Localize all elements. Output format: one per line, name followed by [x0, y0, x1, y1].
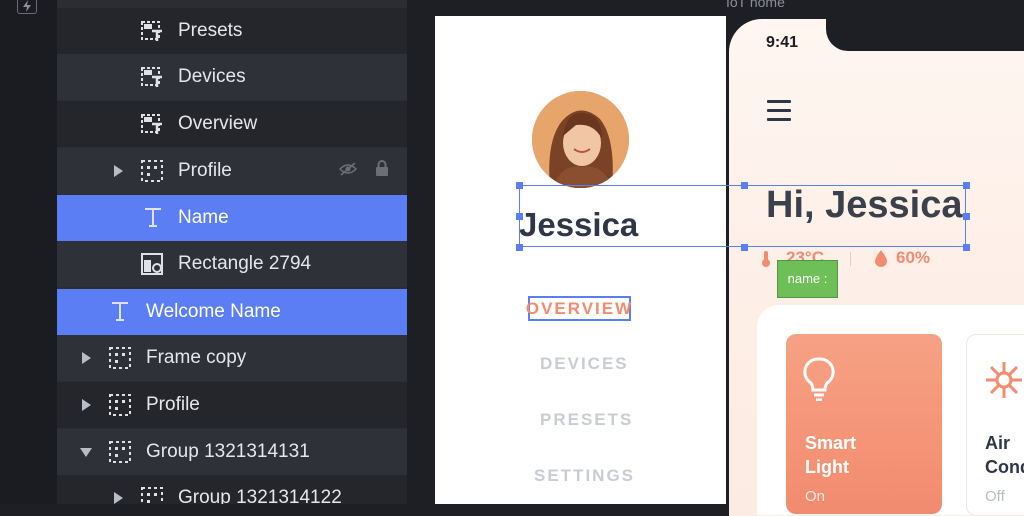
card-title-line1: Air	[985, 433, 1011, 453]
resize-handle[interactable]	[963, 213, 970, 220]
welcome-name[interactable]: Hi, Jessica	[766, 184, 962, 227]
humidity-value: 60%	[896, 248, 931, 267]
card-status: Off	[985, 488, 1005, 505]
layer-label: Profile	[146, 394, 200, 415]
layer-row-profile[interactable]: Profile	[57, 382, 407, 428]
card-title-line1: Smart	[805, 433, 857, 453]
drawer-frame[interactable]	[435, 16, 726, 504]
card-title-line2: Cond	[985, 457, 1024, 477]
card-status: On	[805, 488, 826, 505]
expand-caret-icon[interactable]	[82, 352, 91, 364]
frame-label[interactable]: IoT home	[726, 0, 785, 10]
card-title: Smart Light	[805, 431, 856, 479]
resize-handle[interactable]	[516, 213, 523, 220]
expand-caret-icon[interactable]	[114, 165, 123, 177]
snowflake-sun-icon	[984, 360, 1024, 405]
card-title: Air Cond	[985, 431, 1024, 479]
status-time: 9:41	[766, 34, 799, 51]
resize-handle[interactable]	[741, 244, 748, 251]
layer-row-profile-nested[interactable]: Profile	[57, 148, 407, 194]
text-icon	[143, 206, 167, 230]
layer-row-group-131[interactable]: Group 1321314131	[57, 429, 407, 475]
resize-handle[interactable]	[963, 244, 970, 251]
text-frame-icon	[140, 19, 164, 43]
resize-handle[interactable]	[741, 182, 748, 189]
group-icon	[108, 393, 132, 417]
group-icon	[108, 346, 132, 370]
layer-row-rectangle[interactable]: Rectangle 2794	[57, 241, 407, 287]
group-icon	[140, 486, 164, 504]
layer-label: Welcome Name	[146, 301, 281, 322]
nav-devices[interactable]: DEVICES	[540, 354, 629, 374]
text-frame-icon	[140, 65, 164, 89]
layer-label: Overview	[178, 113, 258, 134]
avatar[interactable]	[532, 91, 629, 188]
layer-row-name[interactable]: Name	[57, 195, 407, 241]
lightning-icon[interactable]	[17, 0, 37, 14]
expand-caret-icon[interactable]	[114, 492, 123, 504]
layer-label: Presets	[178, 20, 243, 41]
layer-label: Profile	[178, 160, 232, 181]
layers-panel: Presets Devices Overview Profile Name Re…	[57, 0, 407, 504]
nav-presets[interactable]: PRESETS	[540, 410, 633, 430]
layer-label: Rectangle 2794	[178, 253, 312, 274]
hidden-eye-icon[interactable]	[338, 160, 358, 182]
lightbulb-icon	[803, 357, 835, 406]
hamburger-menu-icon[interactable]	[767, 100, 791, 127]
nav-overview[interactable]: OVERVIEW	[526, 296, 631, 321]
layer-row-presets[interactable]: Presets	[57, 8, 407, 54]
layer-label: Name	[178, 207, 229, 228]
nav-settings[interactable]: SETTINGS	[534, 466, 635, 486]
layer-row-welcome-name[interactable]: Welcome Name	[57, 289, 407, 335]
layer-label: Frame copy	[146, 347, 247, 368]
name-tag: name :	[777, 260, 838, 298]
layer-row-overview[interactable]: Overview	[57, 101, 407, 147]
group-icon	[140, 159, 164, 183]
stat-divider	[850, 252, 851, 266]
thermometer-icon	[760, 250, 772, 273]
text-icon	[110, 300, 134, 324]
image-shape-icon	[140, 252, 164, 276]
lock-icon[interactable]	[375, 160, 389, 182]
layer-row-devices[interactable]: Devices	[57, 54, 407, 100]
layer-label: Group 1321314131	[146, 441, 310, 462]
text-frame-icon	[140, 112, 164, 136]
tool-strip	[0, 0, 57, 504]
phone-notch	[826, 13, 1024, 51]
layer-row-group-122[interactable]: Group 1321314122	[57, 475, 407, 504]
card-title-line2: Light	[805, 457, 849, 477]
layer-label: Devices	[178, 66, 246, 87]
collapse-caret-icon[interactable]	[80, 447, 92, 457]
layer-label: Group 1321314122	[178, 487, 342, 504]
expand-caret-icon[interactable]	[82, 399, 91, 411]
profile-name[interactable]: Jessica	[519, 206, 638, 244]
resize-handle[interactable]	[516, 182, 523, 189]
droplet-icon	[874, 249, 888, 272]
layer-row-frame-copy[interactable]: Frame copy	[57, 335, 407, 381]
resize-handle[interactable]	[963, 182, 970, 189]
resize-handle[interactable]	[516, 244, 523, 251]
group-icon	[108, 440, 132, 464]
